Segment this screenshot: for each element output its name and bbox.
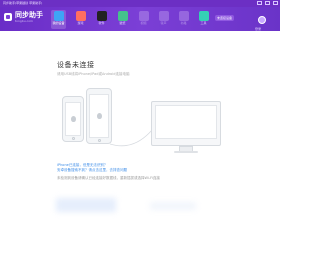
window-controls	[257, 1, 278, 5]
minimize-button[interactable]	[257, 1, 262, 5]
tab-games[interactable]: 游戏	[73, 10, 88, 29]
tab-label: 软件	[98, 21, 105, 25]
tab-label: 视频	[140, 21, 147, 25]
app-logo: 同步助手 tongbu.com	[4, 11, 43, 23]
monitor-base	[174, 151, 198, 153]
page-subtitle: 请用USB线将iPhone/iPad或Android连接电脑	[57, 72, 130, 76]
close-button[interactable]	[273, 1, 278, 5]
book-icon	[178, 11, 189, 21]
connection-badge: 未连接设备	[215, 15, 235, 21]
logo-subtitle: tongbu.com	[15, 19, 33, 23]
tab-videos[interactable]: 视频	[136, 10, 151, 29]
tab-wallpapers[interactable]: 壁纸	[115, 10, 130, 29]
tab-label: 铃声	[160, 21, 167, 25]
video-icon	[138, 11, 149, 21]
tools-icon	[198, 11, 209, 21]
gamepad-icon	[75, 11, 86, 21]
ringtone-icon	[158, 11, 169, 21]
tab-label: 壁纸	[119, 21, 126, 25]
device-icon	[53, 11, 64, 21]
connection-hint: 未检测到设备请确认已经连接好数据线，重新插拔或选择Wi-Fi连接	[57, 176, 160, 180]
logo-title: 同步助手	[15, 11, 43, 19]
apps-icon	[96, 11, 107, 21]
tab-label: 游戏	[77, 21, 84, 25]
page-title: 设备未连接	[57, 61, 95, 69]
user-avatar-icon[interactable]	[258, 16, 266, 24]
blurred-region	[56, 198, 116, 212]
android-phone-illustration	[62, 96, 84, 142]
connection-status[interactable]: 未连接设备	[215, 15, 235, 21]
wallpaper-icon	[117, 11, 128, 21]
tab-my-device[interactable]: 我的设备	[51, 10, 66, 29]
tab-label: 书籍	[180, 21, 187, 25]
blurred-region	[150, 202, 196, 210]
maximize-button[interactable]	[265, 1, 270, 5]
tab-label: 工具	[200, 21, 207, 25]
tab-books[interactable]: 书籍	[176, 10, 191, 29]
computer-monitor-illustration	[151, 101, 221, 146]
logo-icon	[4, 13, 12, 21]
tab-apps[interactable]: 软件	[94, 10, 109, 29]
tab-tools[interactable]: 工具	[196, 10, 211, 29]
title-bar: 同步助手(苹果越狱 苹果助手)	[0, 0, 280, 7]
usb-cable-illustration	[109, 129, 153, 147]
apple-logo-icon	[96, 113, 102, 119]
login-label[interactable]: 登录	[255, 27, 261, 31]
window-title: 同步助手(苹果越狱 苹果助手)	[3, 1, 43, 5]
android-troubleshoot-link[interactable]: 安卓设备搜索不到？请点击这里，去排查问题	[57, 168, 127, 173]
main-toolbar: 同步助手 tongbu.com 我的设备 游戏 软件 壁纸 视频 铃声 书籍 工…	[0, 7, 280, 31]
tab-label: 我的设备	[52, 21, 65, 25]
device-logo-icon	[70, 116, 76, 122]
tab-ringtones[interactable]: 铃声	[156, 10, 171, 29]
